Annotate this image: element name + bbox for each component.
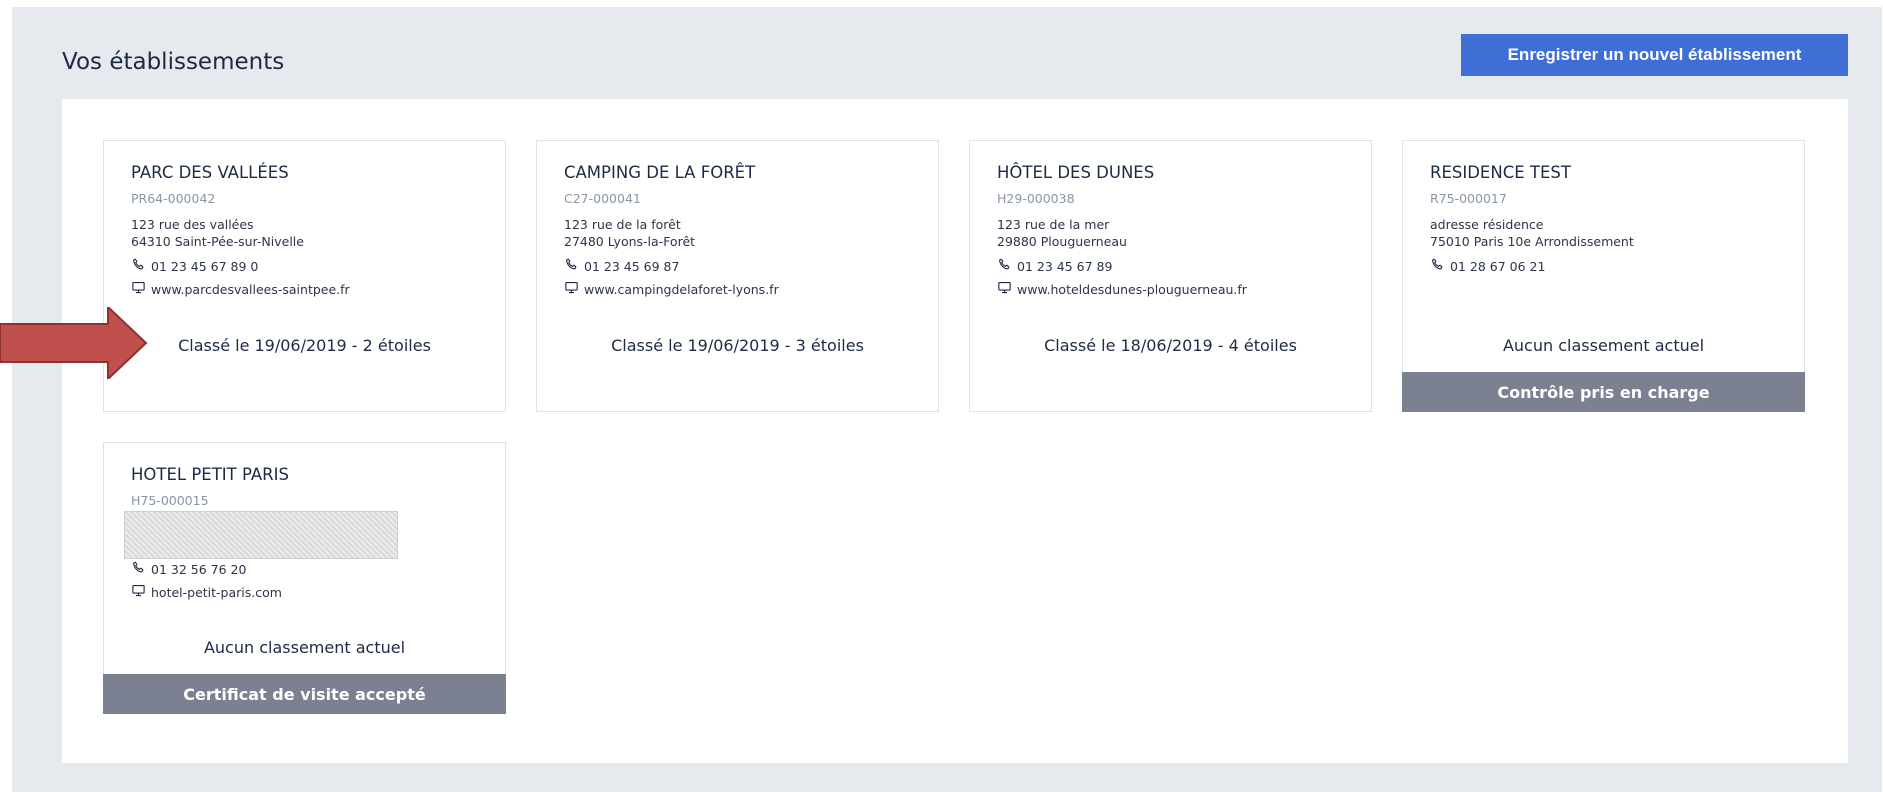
- phone-icon: [564, 257, 579, 275]
- classification-status: Classé le 19/06/2019 - 2 étoiles: [178, 336, 431, 355]
- monitor-icon: [131, 280, 146, 298]
- monitor-icon: [131, 583, 146, 601]
- phone-row: 01 23 45 69 87: [564, 257, 679, 275]
- establishment-name: PARC DES VALLÉES: [131, 163, 289, 182]
- website-row: www.hoteldesdunes-plouguerneau.fr: [997, 280, 1247, 298]
- monitor-icon: [564, 280, 579, 298]
- phone-icon: [131, 257, 146, 275]
- establishment-code: R75-000017: [1430, 191, 1507, 206]
- website-row: www.campingdelaforet-lyons.fr: [564, 280, 779, 298]
- establishment-name: RESIDENCE TEST: [1430, 163, 1571, 182]
- establishment-address: 123 rue de la mer 29880 Plouguerneau: [997, 216, 1127, 250]
- establishment-code: PR64-000042: [131, 191, 216, 206]
- classification-status: Aucun classement actuel: [203, 638, 406, 657]
- website-row: www.parcdesvallees-saintpee.fr: [131, 280, 350, 298]
- establishment-name: HÔTEL DES DUNES: [997, 163, 1155, 182]
- establishment-name: CAMPING DE LA FORÊT: [564, 163, 756, 182]
- classification-status: Aucun classement actuel: [1502, 336, 1705, 355]
- website-link[interactable]: hotel-petit-paris.com: [151, 585, 282, 600]
- address-line-2: 27480 Lyons-la-Forêt: [564, 234, 696, 249]
- monitor-icon: [997, 280, 1012, 298]
- phone-row: 01 28 67 06 21: [1430, 257, 1545, 275]
- establishment-code: H29-000038: [997, 191, 1075, 206]
- establishments-grid: PARC DES VALLÉES PR64-000042 123 rue des…: [62, 99, 1848, 763]
- address-line-1: 123 rue de la forêt: [564, 217, 681, 232]
- phone-row: 01 23 45 67 89 0: [131, 257, 258, 275]
- phone-row: 01 32 56 76 20: [131, 560, 246, 578]
- establishment-address: adresse résidence 75010 Paris 10e Arrond…: [1430, 216, 1634, 250]
- classification-status: Classé le 18/06/2019 - 4 étoiles: [1044, 336, 1297, 355]
- website-link[interactable]: www.campingdelaforet-lyons.fr: [584, 282, 779, 297]
- address-line-1: 123 rue des vallées: [131, 217, 254, 232]
- status-badge: Certificat de visite accepté: [103, 674, 506, 714]
- phone-number: 01 23 45 69 87: [584, 258, 680, 274]
- website-link[interactable]: www.hoteldesdunes-plouguerneau.fr: [1017, 282, 1247, 297]
- redacted-address: [124, 511, 398, 559]
- phone-icon: [997, 257, 1012, 275]
- establishment-name: HOTEL PETIT PARIS: [131, 465, 289, 484]
- classification-status: Classé le 19/06/2019 - 3 étoiles: [611, 336, 864, 355]
- establishment-address: 123 rue de la forêt 27480 Lyons-la-Forêt: [564, 216, 695, 250]
- address-line-1: adresse résidence: [1430, 217, 1544, 232]
- address-line-2: 64310 Saint-Pée-sur-Nivelle: [131, 234, 304, 249]
- establishment-card[interactable]: RESIDENCE TEST R75-000017 adresse réside…: [1402, 140, 1805, 412]
- phone-icon: [131, 560, 146, 578]
- phone-icon: [1430, 257, 1445, 275]
- establishment-card[interactable]: HOTEL PETIT PARIS H75-000015 01 32 56 76…: [103, 442, 506, 714]
- address-line-2: 29880 Plouguerneau: [997, 234, 1127, 249]
- phone-number: 01 28 67 06 21: [1450, 258, 1546, 274]
- address-line-1: 123 rue de la mer: [997, 217, 1110, 232]
- establishment-code: C27-000041: [564, 191, 641, 206]
- establishment-card[interactable]: PARC DES VALLÉES PR64-000042 123 rue des…: [103, 140, 506, 412]
- register-new-establishment-button[interactable]: Enregistrer un nouvel établissement: [1461, 34, 1848, 76]
- establishment-address: 123 rue des vallées 64310 Saint-Pée-sur-…: [131, 216, 304, 250]
- website-link[interactable]: www.parcdesvallees-saintpee.fr: [151, 282, 350, 297]
- page-title: Vos établissements: [62, 49, 285, 75]
- phone-number: 01 23 45 67 89: [1017, 258, 1113, 274]
- phone-number: 01 32 56 76 20: [151, 561, 247, 577]
- annotation-arrow-icon: [0, 307, 148, 379]
- phone-number: 01 23 45 67 89 0: [151, 258, 259, 274]
- establishment-card[interactable]: HÔTEL DES DUNES H29-000038 123 rue de la…: [969, 140, 1372, 412]
- website-row: hotel-petit-paris.com: [131, 583, 282, 601]
- establishment-card[interactable]: CAMPING DE LA FORÊT C27-000041 123 rue d…: [536, 140, 939, 412]
- phone-row: 01 23 45 67 89: [997, 257, 1112, 275]
- establishment-code: H75-000015: [131, 493, 209, 508]
- status-badge: Contrôle pris en charge: [1402, 372, 1805, 412]
- address-line-2: 75010 Paris 10e Arrondissement: [1430, 234, 1634, 249]
